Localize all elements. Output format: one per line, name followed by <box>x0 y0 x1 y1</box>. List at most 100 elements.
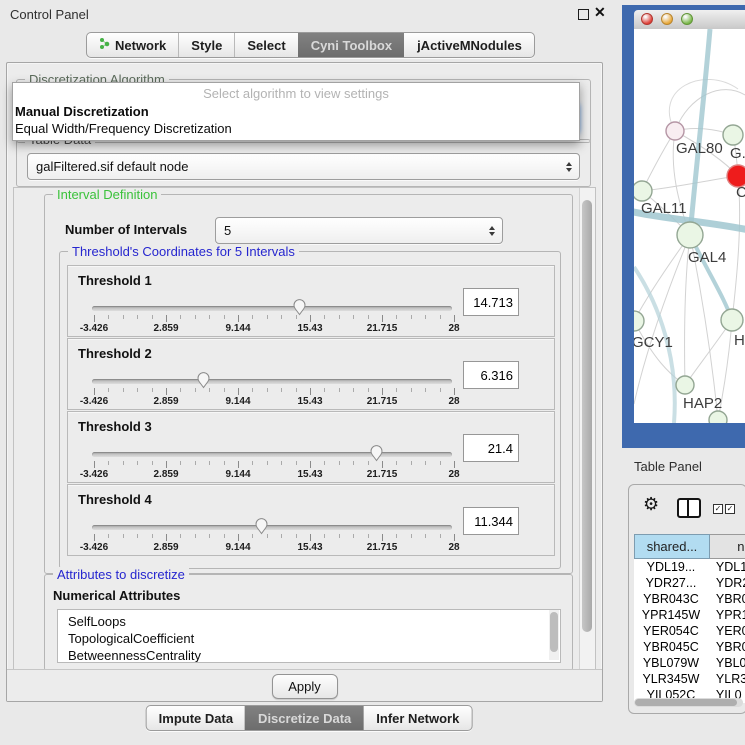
slider-tick-label: 21.715 <box>367 323 398 334</box>
slider-tick <box>224 315 225 319</box>
table-cell: YBR0 <box>708 639 745 655</box>
attribute-item-topologicalcoefficient[interactable]: TopologicalCoefficient <box>58 630 560 647</box>
tab-discretize-data[interactable]: Discretize Data <box>245 706 363 730</box>
tab-network[interactable]: Network <box>87 33 178 57</box>
threshold-value-field[interactable]: 11.344 <box>463 507 519 535</box>
slider-track[interactable] <box>92 452 452 457</box>
slider-tick <box>180 388 181 392</box>
close-icon[interactable]: ✕ <box>594 4 606 21</box>
mac-close-icon[interactable] <box>641 13 653 25</box>
tab-infer-network[interactable]: Infer Network <box>363 706 471 730</box>
tab-select[interactable]: Select <box>234 33 297 57</box>
columns-icon[interactable] <box>677 498 701 518</box>
table-row[interactable]: YDR27...YDR2 <box>634 575 745 591</box>
slider-tick <box>123 461 124 465</box>
network-canvas[interactable]: GAL80G.CGAL11GAL4GCY1HHAP2 <box>634 29 745 423</box>
slider-tick <box>296 388 297 392</box>
table-row[interactable]: YLR345WYLR3 <box>634 671 745 687</box>
network-icon <box>99 37 110 53</box>
numerical-attributes-list[interactable]: SelfLoopsTopologicalCoefficientBetweenne… <box>57 609 561 663</box>
dropdown-option-equal-width-frequency-discretization[interactable]: Equal Width/Frequency Discretization <box>13 120 579 137</box>
column-header-2[interactable]: na <box>710 534 745 559</box>
node-label-gal4: GAL4 <box>688 249 726 266</box>
network-node[interactable] <box>709 411 727 423</box>
network-node[interactable] <box>676 376 694 394</box>
slider-tick <box>411 461 412 465</box>
checkbox-icon[interactable]: ✓ <box>725 504 735 514</box>
slider-track[interactable] <box>92 306 452 311</box>
table-cell: YPR145W <box>634 607 708 623</box>
checkbox-icon[interactable]: ✓ <box>713 504 723 514</box>
threshold-value-field[interactable]: 6.316 <box>463 361 519 389</box>
slider-tick-label: -3.426 <box>80 323 108 334</box>
tab-cyni-toolbox[interactable]: Cyni Toolbox <box>298 33 404 57</box>
threshold-label: Threshold 2 <box>78 346 152 361</box>
slider-tick-label: 9.144 <box>225 323 250 334</box>
table-data-combobox[interactable]: galFiltered.sif default node <box>27 153 580 180</box>
mac-zoom-icon[interactable] <box>681 13 693 25</box>
gear-icon[interactable]: ⚙ <box>643 495 659 513</box>
settings-scrollbar[interactable] <box>579 188 595 670</box>
slider-tick-label: 15.43 <box>297 396 322 407</box>
network-node[interactable] <box>677 222 703 248</box>
table-row[interactable]: YER054CYER0 <box>634 623 745 639</box>
float-window-icon[interactable] <box>578 9 589 20</box>
slider-tick <box>396 534 397 538</box>
table-row[interactable]: YDL19...YDL1 <box>634 559 745 575</box>
table-cell: YBL079W <box>634 655 708 671</box>
attributes-scrollbar[interactable] <box>549 610 559 660</box>
slider-tick-label: 21.715 <box>367 542 398 553</box>
slider-tick <box>411 534 412 538</box>
tab-impute-data[interactable]: Impute Data <box>147 706 245 730</box>
dropdown-option-manual-discretization[interactable]: Manual Discretization <box>13 103 579 120</box>
attribute-item-selfloops[interactable]: SelfLoops <box>58 613 560 630</box>
table-cell: YBR045C <box>634 639 708 655</box>
slider-tick <box>425 534 426 538</box>
tab-label: Discretize Data <box>258 711 351 726</box>
slider-tick <box>224 388 225 392</box>
table-row[interactable]: YPR145WYPR1 <box>634 607 745 623</box>
column-header-1[interactable]: shared... <box>634 534 710 559</box>
network-node[interactable] <box>723 125 743 145</box>
threshold-value-field[interactable]: 14.713 <box>463 288 519 316</box>
slider-tick <box>224 461 225 465</box>
slider-tick <box>353 461 354 465</box>
network-node[interactable] <box>634 181 652 201</box>
slider-tick-label: 2.859 <box>153 542 178 553</box>
slider-tick <box>238 315 239 322</box>
stepper-arrows-icon <box>489 226 495 236</box>
group-title: Attributes to discretize <box>53 567 189 582</box>
slider-tick <box>209 461 210 465</box>
table-row[interactable]: YBR043CYBR0 <box>634 591 745 607</box>
slider-tick <box>123 534 124 538</box>
table-horizontal-scrollbar[interactable] <box>634 698 743 707</box>
num-intervals-combobox[interactable]: 5 <box>215 217 503 244</box>
table-panel-title: Table Panel <box>634 459 702 474</box>
node-label-c: C <box>736 184 745 201</box>
network-node[interactable] <box>721 309 743 331</box>
slider-tick <box>324 461 325 465</box>
apply-button[interactable]: Apply <box>272 674 338 699</box>
slider-track[interactable] <box>92 525 452 530</box>
table-row[interactable]: YBR045CYBR0 <box>634 639 745 655</box>
table-row[interactable]: YBL079WYBL0 <box>634 655 745 671</box>
slider-tick-label: 21.715 <box>367 469 398 480</box>
slider-thumb[interactable] <box>196 370 211 389</box>
mac-minimize-icon[interactable] <box>661 13 673 25</box>
slider-tick <box>310 388 311 395</box>
network-node[interactable] <box>666 122 684 140</box>
network-node[interactable] <box>634 311 644 331</box>
slider-tick <box>267 461 268 465</box>
slider-thumb[interactable] <box>369 443 384 462</box>
tab-jactivemnodules[interactable]: jActiveMNodules <box>404 33 534 57</box>
tab-style[interactable]: Style <box>178 33 234 57</box>
slider-tick <box>209 534 210 538</box>
threshold-value-field[interactable]: 21.4 <box>463 434 519 462</box>
network-window: GAL80G.CGAL11GAL4GCY1HHAP2 <box>622 5 745 448</box>
slider-thumb[interactable] <box>292 297 307 316</box>
slider-thumb[interactable] <box>254 516 269 535</box>
slider-track[interactable] <box>92 379 452 384</box>
attribute-item-betweennesscentrality[interactable]: BetweennessCentrality <box>58 647 560 663</box>
slider-tick <box>382 315 383 322</box>
network-window-titlebar[interactable] <box>634 10 745 30</box>
